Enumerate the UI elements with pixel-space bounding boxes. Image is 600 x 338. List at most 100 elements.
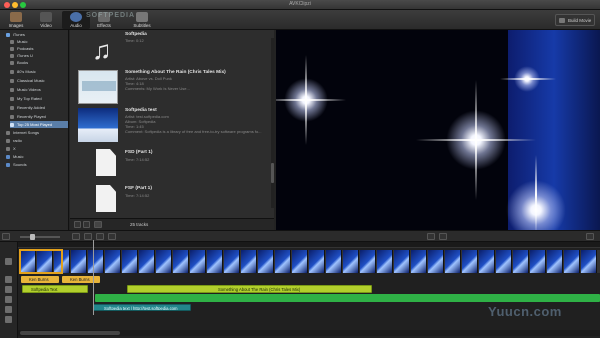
- tab-images[interactable]: Images: [2, 11, 30, 29]
- list-item[interactable]: Something About The Rain (Chris Tales Mi…: [70, 68, 270, 106]
- tab-label: Audio: [70, 23, 82, 28]
- play-icon[interactable]: [427, 233, 435, 240]
- video-frame: [122, 250, 138, 273]
- timeline-scrollbar[interactable]: [18, 330, 600, 336]
- video-frame: [292, 250, 308, 273]
- media-browser: ♫ Softpedia Time: 0:12 Something About T…: [70, 30, 274, 230]
- site-watermark: Yuucn.com: [488, 304, 562, 319]
- rotate-icon[interactable]: [84, 233, 92, 240]
- sidebar-item-label: Sounds: [13, 162, 27, 167]
- sidebar-item-x[interactable]: X: [6, 145, 68, 152]
- video-frame: [190, 250, 206, 273]
- smart-playlist-icon: [10, 122, 14, 127]
- track-title: Something About The Rain (Chris Tales Mi…: [125, 70, 226, 75]
- list-item[interactable]: ♫ Softpedia Time: 0:12: [70, 30, 270, 68]
- video-frame: [139, 250, 155, 273]
- sidebar-item-radio[interactable]: radio: [6, 137, 68, 144]
- sidebar-item-sounds[interactable]: Sounds: [6, 161, 68, 168]
- sidebar-item-music-videos[interactable]: Music Videos: [10, 86, 68, 93]
- selected-video-clip[interactable]: [19, 249, 63, 274]
- sidebar-item-itunes-u[interactable]: iTunes U: [10, 52, 68, 59]
- subtitle-clip[interactable]: Softpedia text | http://test.softpedia.c…: [93, 304, 191, 311]
- playlist-icon: [10, 60, 14, 65]
- video-frame: [496, 250, 512, 273]
- video-frame: [207, 250, 223, 273]
- split-icon[interactable]: [72, 233, 80, 240]
- timeline-controls: [0, 230, 600, 242]
- sidebar-item-top-25[interactable]: Top 25 Most Played: [10, 121, 68, 128]
- video-frame: [241, 250, 257, 273]
- tab-label: Images: [8, 23, 24, 28]
- video-frame: [360, 250, 376, 273]
- title-clip[interactable]: Ken Burns: [21, 276, 59, 283]
- sidebar-item-podcasts[interactable]: Podcasts: [10, 45, 68, 52]
- document-icon: [78, 146, 118, 180]
- sidebar-item-label: iTunes: [13, 32, 25, 37]
- video-frame: [530, 250, 546, 273]
- playhead[interactable]: [93, 240, 94, 315]
- tab-label: Video: [40, 23, 52, 28]
- softpedia-watermark: SOFTPEDIA: [86, 12, 136, 19]
- subtitles-icon: [136, 12, 148, 22]
- video-frame: [275, 250, 291, 273]
- zoom-slider[interactable]: [20, 236, 60, 238]
- track-meta: Time: 7:14:52: [125, 157, 150, 162]
- music-note-icon: ♫: [92, 35, 112, 65]
- sidebar-item-label: Podcasts: [17, 46, 34, 51]
- audio-clip[interactable]: Softpedia Text: [22, 285, 88, 293]
- document-icon: [78, 182, 118, 216]
- sidebar-item-classical-music[interactable]: Classical Music: [10, 77, 68, 84]
- list-item[interactable]: FSD (Part 1) Time: 7:14:52: [70, 144, 270, 182]
- video-icon: [40, 12, 52, 22]
- crop-icon[interactable]: [108, 233, 116, 240]
- list-item[interactable]: FSF (Part 1) Time: 7:14:52: [70, 180, 270, 218]
- track-meta: Time: 7:14:52: [125, 193, 150, 198]
- playlist-icon: [6, 138, 10, 143]
- sidebar-item-80s-music[interactable]: 80's Music: [10, 68, 68, 75]
- video-track[interactable]: [20, 250, 600, 273]
- view-list-icon[interactable]: [74, 221, 81, 228]
- search-icon[interactable]: [83, 221, 90, 228]
- smart-playlist-icon: [10, 69, 14, 74]
- playlist-icon: [10, 39, 14, 44]
- tab-video[interactable]: Video: [32, 11, 60, 29]
- list-item[interactable]: Softpedia test Artist: test.softpedia.co…: [70, 106, 270, 144]
- playlist-icon: [10, 53, 14, 58]
- zoom-out-icon[interactable]: [2, 233, 10, 240]
- play-icon[interactable]: [94, 221, 102, 228]
- voice-clip[interactable]: [95, 294, 600, 302]
- itunes-icon: [6, 32, 10, 37]
- tab-label: Effects: [97, 23, 111, 28]
- timeline-ruler[interactable]: [18, 242, 600, 248]
- sidebar-item-label: Classical Music: [17, 78, 45, 83]
- sidebar-item-music-folder[interactable]: Music: [6, 153, 68, 160]
- sidebar-item-itunes[interactable]: iTunes: [6, 31, 68, 38]
- sidebar-item-internet-songs[interactable]: Internet Songs: [6, 129, 68, 136]
- sidebar-item-label: radio: [13, 138, 22, 143]
- microphone-icon: [5, 296, 12, 303]
- video-frame: [156, 250, 172, 273]
- video-frame: [105, 250, 121, 273]
- media-scrollbar[interactable]: [271, 38, 274, 208]
- trash-icon[interactable]: [96, 233, 104, 240]
- zoom-slider-knob[interactable]: [30, 234, 35, 240]
- video-frame: [411, 250, 427, 273]
- fullscreen-icon[interactable]: [586, 233, 594, 240]
- video-frame: [71, 250, 87, 273]
- gear-icon[interactable]: [5, 258, 12, 265]
- sidebar-item-my-top-rated[interactable]: My Top Rated: [10, 95, 68, 102]
- build-movie-button[interactable]: Build Movie: [555, 14, 595, 26]
- library-sidebar: iTunes Music Podcasts iTunes U Books 80'…: [0, 30, 69, 256]
- sidebar-item-recently-added[interactable]: Recently Added: [10, 104, 68, 111]
- sidebar-item-music[interactable]: Music: [10, 38, 68, 45]
- star-flare: [475, 80, 477, 200]
- sidebar-item-label: Music: [13, 154, 24, 159]
- sidebar-item-label: Internet Songs: [13, 130, 40, 135]
- star-flare: [305, 55, 307, 145]
- sidebar-item-recently-played[interactable]: Recently Played: [10, 113, 68, 120]
- audio-clip[interactable]: Something About The Rain (Chris Tales Mi…: [127, 285, 372, 293]
- video-frame: [326, 250, 342, 273]
- stop-icon[interactable]: [439, 233, 447, 240]
- title-clip[interactable]: Ken Burns: [62, 276, 100, 283]
- sidebar-item-books[interactable]: Books: [10, 59, 68, 66]
